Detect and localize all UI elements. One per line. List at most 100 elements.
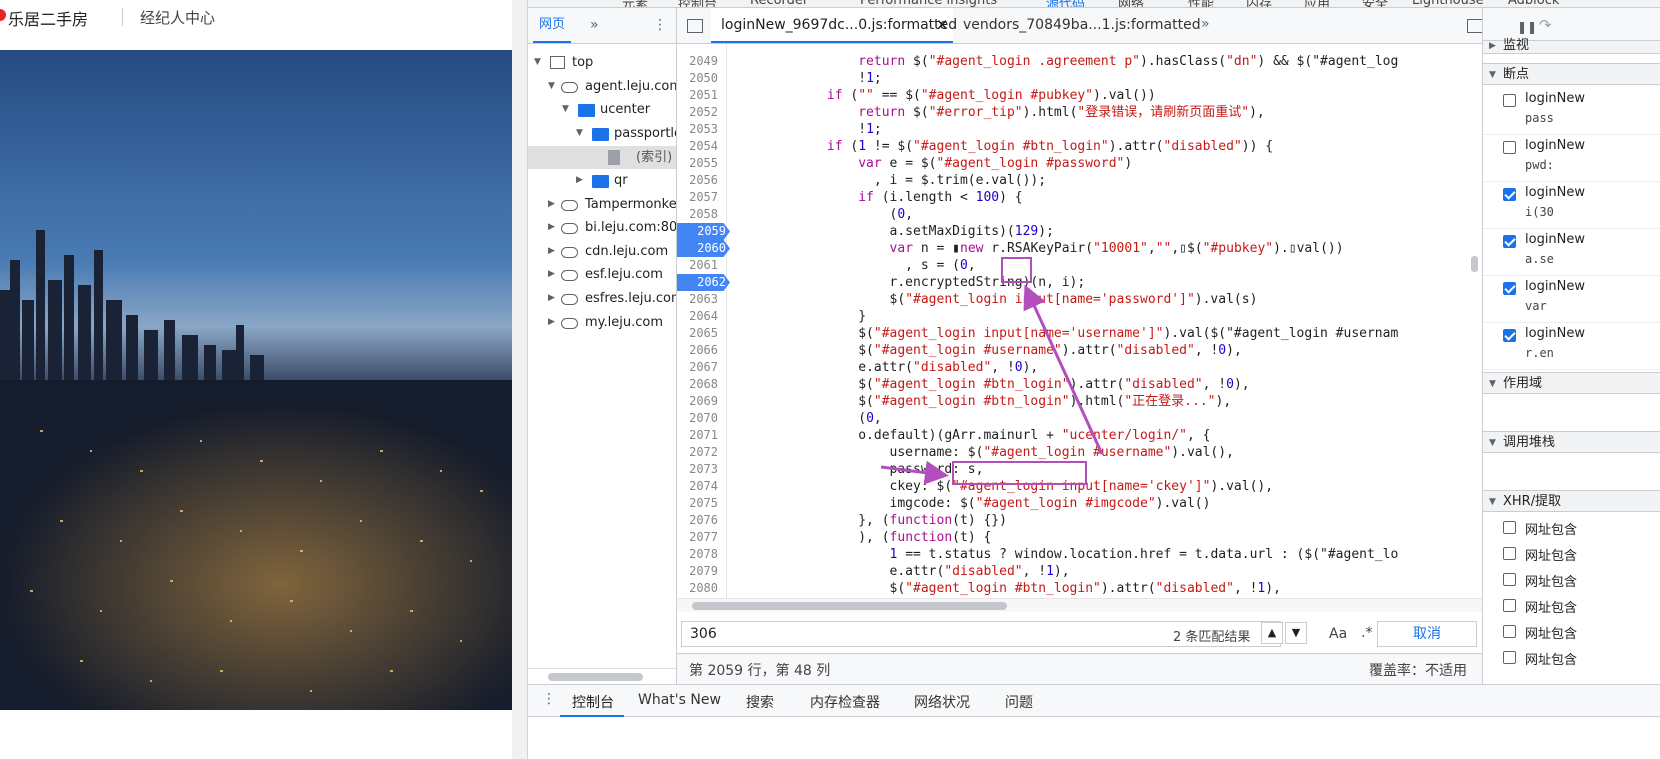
code-horizontal-scrollbar[interactable]	[677, 598, 1482, 612]
line-number[interactable]: 2076	[677, 512, 722, 529]
breakpoint-line-number[interactable]: 2059	[677, 223, 730, 240]
tab-performance-insights[interactable]: Performance insights	[860, 0, 997, 7]
line-number[interactable]: 2069	[677, 393, 722, 410]
scrollbar-thumb[interactable]	[548, 673, 643, 681]
toggle-debugger-icon[interactable]	[1467, 19, 1483, 33]
tree-item-agent-leju[interactable]: ▼ agent.leju.com	[528, 75, 676, 98]
line-number[interactable]: 2073	[677, 461, 722, 478]
close-icon[interactable]: ✕	[936, 16, 949, 34]
brand-name[interactable]: 乐居二手房	[8, 6, 88, 30]
collapse-arrow-icon[interactable]: ▶	[548, 263, 555, 286]
code-line[interactable]: }	[733, 308, 866, 325]
more-tabs-icon[interactable]: »	[1201, 16, 1210, 32]
code-line[interactable]: $("#agent_login #btn_login").html("正在登录.…	[733, 393, 1231, 410]
tab-adblock[interactable]: Adblock	[1508, 0, 1559, 7]
code-line[interactable]: !1;	[733, 121, 882, 138]
xhr-breakpoint-item[interactable]: 网址包含	[1483, 593, 1660, 619]
line-number[interactable]: 2074	[677, 478, 722, 495]
drawer-tab-whats-new[interactable]: What's New	[638, 692, 721, 708]
line-number[interactable]: 2068	[677, 376, 722, 393]
code-line[interactable]: return $("#agent_login .agreement p").ha…	[733, 53, 1398, 70]
tab-elements[interactable]: 元素	[622, 0, 648, 7]
code-line[interactable]: var e = $("#agent_login #password")	[733, 155, 1132, 172]
line-number[interactable]: 2070	[677, 410, 722, 427]
code-view[interactable]: 2049 2050 2051 2052 2053 2054 2055 2056 2057 2058…	[677, 44, 1482, 598]
tab-security[interactable]: 安全	[1362, 0, 1388, 7]
code-line[interactable]: o.default)(gArr.mainurl + "ucenter/login…	[733, 427, 1210, 444]
kebab-menu-icon[interactable]: ⋮	[653, 17, 667, 33]
line-number[interactable]: 2078	[677, 546, 722, 563]
step-over-icon[interactable]: ↷	[1539, 16, 1552, 34]
tree-item-top[interactable]: ▼ top	[528, 51, 676, 74]
section-breakpoints[interactable]: ▼ 断点	[1483, 63, 1660, 85]
code-line[interactable]: password: s,	[733, 461, 984, 478]
code-line[interactable]: $("#agent_login input[name='password']")…	[733, 291, 1258, 308]
previous-match-button[interactable]: ▲	[1261, 622, 1283, 644]
tree-item-qr[interactable]: ▶ qr	[528, 169, 676, 192]
match-case-button[interactable]: Aa	[1329, 626, 1347, 642]
section-xhr-breakpoints[interactable]: ▼ XHR/提取	[1483, 490, 1660, 512]
tree-item-cdn-leju[interactable]: ▶ cdn.leju.com	[528, 240, 676, 263]
collapse-arrow-icon[interactable]: ▶	[548, 311, 555, 334]
cancel-search-button[interactable]: 取消	[1377, 621, 1477, 647]
code-line[interactable]: if (i.length < 100) {	[733, 189, 1022, 206]
code-line[interactable]: if ("" == $("#agent_login #pubkey").val(…	[733, 87, 1156, 104]
section-call-stack[interactable]: ▼ 调用堆栈	[1483, 431, 1660, 453]
next-match-button[interactable]: ▼	[1285, 622, 1307, 644]
tab-performance[interactable]: 性能	[1188, 0, 1214, 7]
code-line[interactable]: e.attr("disabled", !0),	[733, 359, 1038, 376]
expand-arrow-icon[interactable]: ▼	[534, 51, 541, 74]
breakpoint-checkbox[interactable]	[1503, 329, 1516, 342]
section-scope[interactable]: ▼ 作用域	[1483, 372, 1660, 394]
xhr-checkbox[interactable]	[1503, 521, 1516, 534]
code-line[interactable]: $("#agent_login #btn_login").attr("disab…	[733, 376, 1249, 393]
code-line[interactable]: var n = ▮new r.RSAKeyPair("10001","",▯$(…	[733, 240, 1344, 257]
code-line[interactable]: , i = $.trim(e.val());	[733, 172, 1046, 189]
regex-button[interactable]: .*	[1361, 625, 1372, 641]
code-line[interactable]: username: $("#agent_login #username").va…	[733, 444, 1234, 461]
code-vertical-scrollbar[interactable]	[1467, 44, 1482, 598]
file-tab-vendors[interactable]: vendors_70849ba...1.js:formatted	[953, 8, 1201, 43]
line-number[interactable]: 2063	[677, 291, 722, 308]
breakpoint-entry[interactable]: loginNew r.en	[1483, 323, 1660, 370]
xhr-checkbox[interactable]	[1503, 573, 1516, 586]
drawer-tab-issues[interactable]: 问题	[1005, 692, 1033, 712]
tree-item-esfres-leju[interactable]: ▶ esfres.leju.com	[528, 287, 676, 310]
xhr-checkbox[interactable]	[1503, 625, 1516, 638]
breakpoint-checkbox[interactable]	[1503, 282, 1516, 295]
pause-icon[interactable]: ❚❚	[1517, 20, 1537, 34]
line-number[interactable]: 2057	[677, 189, 722, 206]
line-number[interactable]: 2055	[677, 155, 722, 172]
xhr-breakpoint-item[interactable]: 网址包含	[1483, 515, 1660, 541]
tree-item-esf-leju[interactable]: ▶ esf.leju.com	[528, 263, 676, 286]
line-number[interactable]: 2066	[677, 342, 722, 359]
breakpoint-checkbox[interactable]	[1503, 141, 1516, 154]
line-number[interactable]: 2053	[677, 121, 722, 138]
tree-item-tampermonkey[interactable]: ▶ Tampermonkey	[528, 193, 676, 216]
xhr-breakpoint-item[interactable]: 网址包含	[1483, 567, 1660, 593]
collapse-arrow-icon[interactable]: ▶	[548, 240, 555, 263]
collapse-arrow-icon[interactable]: ▶	[548, 193, 555, 216]
xhr-breakpoint-item[interactable]: 网址包含	[1483, 541, 1660, 567]
file-tab-loginnew[interactable]: loginNew_9697dc...0.js:formatted ✕	[711, 8, 957, 43]
breakpoint-checkbox[interactable]	[1503, 235, 1516, 248]
xhr-breakpoint-item[interactable]: 网址包含	[1483, 619, 1660, 645]
scrollbar-thumb[interactable]	[692, 602, 1007, 610]
kebab-menu-icon[interactable]: ⋮	[542, 691, 556, 707]
line-number[interactable]: 2077	[677, 529, 722, 546]
line-number[interactable]: 2075	[677, 495, 722, 512]
code-line[interactable]: e.attr("disabled", !1),	[733, 563, 1070, 580]
expand-arrow-icon[interactable]: ▼	[562, 98, 569, 121]
code-line[interactable]: 1 == t.status ? window.location.href = t…	[733, 546, 1399, 563]
code-line[interactable]: $("#agent_login #username").attr("disabl…	[733, 342, 1242, 359]
tree-item-bi-leju[interactable]: ▶ bi.leju.com:808	[528, 216, 676, 239]
tab-page[interactable]: 网页	[533, 8, 572, 43]
tab-application[interactable]: 应用	[1304, 0, 1330, 7]
code-line[interactable]: ), (function(t) {	[733, 529, 991, 546]
breakpoint-entry[interactable]: loginNew a.se	[1483, 229, 1660, 276]
code-line[interactable]: (0,	[733, 410, 882, 427]
collapse-arrow-icon[interactable]: ▶	[548, 287, 555, 310]
line-number[interactable]: 2051	[677, 87, 722, 104]
collapse-arrow-icon[interactable]: ▶	[576, 169, 583, 192]
tab-lighthouse[interactable]: Lighthouse	[1412, 0, 1484, 7]
